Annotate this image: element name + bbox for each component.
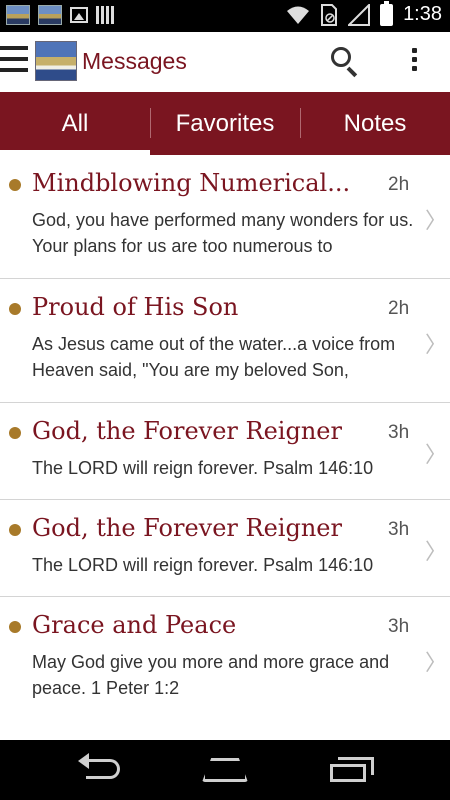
app-bar: Messages [0, 32, 450, 92]
no-sim-icon [321, 3, 338, 26]
tab-favorites[interactable]: Favorites [150, 92, 300, 155]
message-preview: As Jesus came out of the water...a voice… [32, 334, 396, 380]
chevron-right-icon: 〉 [425, 209, 448, 234]
message-time: 2h [388, 174, 410, 195]
recent-apps-icon[interactable] [330, 757, 374, 783]
unread-dot-icon [9, 427, 21, 439]
back-icon[interactable] [78, 753, 122, 781]
list-item[interactable]: Mindblowing Numerical... 2h God, you hav… [0, 155, 450, 279]
tab-all[interactable]: All [0, 92, 150, 155]
wifi-icon [287, 6, 310, 24]
app-thumbnail-icon [6, 5, 30, 25]
navigation-bar [0, 740, 450, 800]
image-icon [70, 7, 88, 23]
menu-icon[interactable] [0, 46, 28, 76]
status-bar: 1:38 [0, 0, 450, 32]
message-title: Mindblowing Numerical... [32, 169, 351, 197]
chevron-right-icon: 〉 [425, 651, 448, 676]
system-icons: 1:38 [286, 0, 442, 26]
status-time: 1:38 [403, 3, 442, 25]
signal-icon [348, 3, 371, 26]
message-list: Mindblowing Numerical... 2h God, you hav… [0, 155, 450, 721]
home-icon[interactable] [202, 758, 248, 782]
message-preview: May God give you more and more grace and… [32, 652, 390, 698]
message-title: Grace and Peace [32, 611, 237, 639]
message-time: 3h [388, 422, 410, 443]
list-item[interactable]: Grace and Peace 3h May God give you more… [0, 597, 450, 721]
message-title: God, the Forever Reigner [32, 417, 342, 445]
barcode-icon [96, 6, 114, 24]
message-title: Proud of His Son [32, 293, 239, 321]
unread-dot-icon [9, 303, 21, 315]
unread-dot-icon [9, 621, 21, 633]
message-time: 3h [388, 616, 410, 637]
search-icon[interactable] [328, 44, 362, 78]
message-preview: The LORD will reign forever. Psalm 146:1… [32, 458, 374, 478]
unread-dot-icon [9, 524, 21, 536]
unread-dot-icon [9, 179, 21, 191]
page-title: Messages [82, 48, 187, 74]
list-item[interactable]: God, the Forever Reigner 3h The LORD wil… [0, 500, 450, 597]
chevron-right-icon: 〉 [425, 540, 448, 565]
app-logo[interactable] [35, 41, 77, 81]
chevron-right-icon: 〉 [425, 333, 448, 358]
message-preview: God, you have performed many wonders for… [32, 210, 414, 256]
message-time: 2h [388, 298, 410, 319]
message-title: God, the Forever Reigner [32, 514, 342, 542]
battery-charging-icon [380, 0, 394, 26]
app-thumbnail-icon [38, 5, 62, 25]
message-preview: The LORD will reign forever. Psalm 146:1… [32, 555, 374, 575]
tab-notes[interactable]: Notes [300, 92, 450, 155]
message-time: 3h [388, 519, 410, 540]
list-item[interactable]: God, the Forever Reigner 3h The LORD wil… [0, 403, 450, 500]
tab-bar: All Favorites Notes [0, 92, 450, 155]
overflow-menu-icon[interactable] [404, 48, 424, 76]
list-item[interactable]: Proud of His Son 2h As Jesus came out of… [0, 279, 450, 403]
chevron-right-icon: 〉 [425, 443, 448, 468]
notification-icons [6, 5, 114, 25]
